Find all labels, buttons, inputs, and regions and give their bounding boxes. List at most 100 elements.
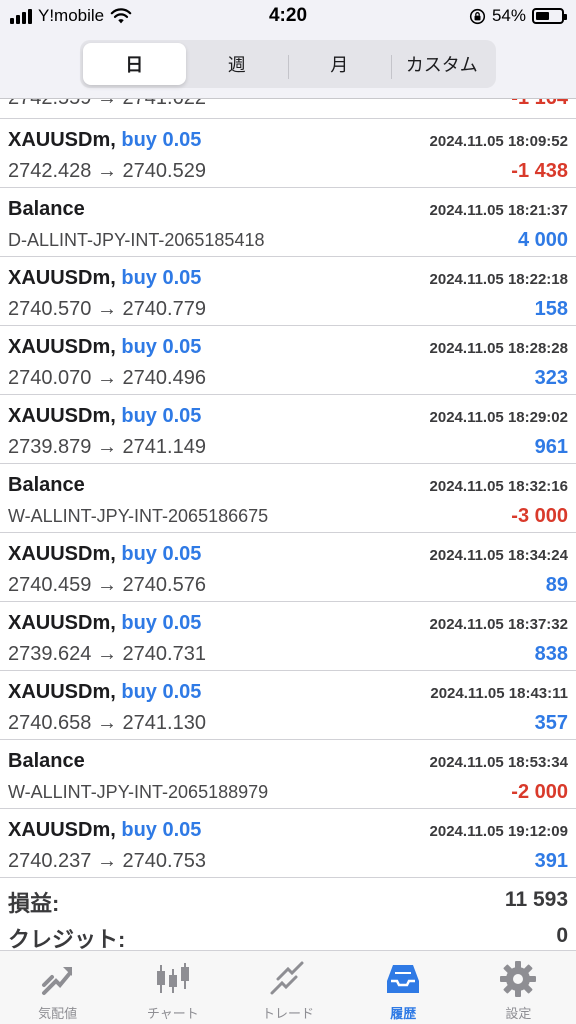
orientation-lock-icon xyxy=(469,8,486,24)
row-title: XAUUSDm, buy 0.05 xyxy=(8,543,201,566)
profit-amount: 158 xyxy=(534,298,568,320)
battery-level xyxy=(536,12,549,20)
trade-side: buy 0.05 xyxy=(121,819,202,841)
profit-amount: 357 xyxy=(534,712,568,734)
symbol-name: XAUUSDm, xyxy=(8,681,116,703)
status-right: 54% xyxy=(469,6,567,26)
credit-value: 0 xyxy=(556,924,568,947)
price-change: 2742.559 → 2741.622 xyxy=(8,98,206,109)
row-timestamp: 2024.11.05 18:32:16 xyxy=(429,478,568,495)
profit-amount: -2 000 xyxy=(511,781,568,803)
price-change: 2740.570 → 2740.779 xyxy=(8,298,206,320)
summary-panel: 損益: 11 593 クレジット: 0 xyxy=(0,880,576,952)
list-item-partial[interactable]: 2742.559 → 2741.622 -1 164 xyxy=(0,99,576,119)
row-timestamp: 2024.11.05 18:29:02 xyxy=(429,409,568,426)
profit-amount: 4 000 xyxy=(517,229,568,251)
candlestick-chart-icon xyxy=(156,963,189,993)
row-timestamp: 2024.11.05 18:43:11 xyxy=(430,685,568,702)
symbol-name: XAUUSDm, xyxy=(8,405,116,427)
period-selector-bar: 日 週 月 カスタム xyxy=(0,34,576,98)
history-rows: XAUUSDm, buy 0.05 2024.11.05 18:09:52 2742… xyxy=(0,119,576,878)
profit-summary-row: 損益: 11 593 xyxy=(8,880,568,916)
price-change: 2739.879 → 2741.149 xyxy=(8,436,206,458)
row-timestamp: 2024.11.05 19:12:09 xyxy=(429,823,568,840)
credit-summary-row: クレジット: 0 xyxy=(8,916,568,952)
row-title: XAUUSDm, buy 0.05 xyxy=(8,336,201,359)
list-item[interactable]: Balance 2024.11.05 18:32:16 W-ALLINT-JPY-I… xyxy=(0,464,576,533)
symbol-name: XAUUSDm, xyxy=(8,129,116,151)
symbol-name: XAUUSDm, xyxy=(8,612,116,634)
tab-week[interactable]: 週 xyxy=(186,43,289,85)
row-title: XAUUSDm, buy 0.05 xyxy=(8,819,201,842)
tab-settings[interactable]: 設定 xyxy=(461,951,576,1024)
balance-comment: W-ALLINT-JPY-INT-2065186675 xyxy=(8,506,269,526)
row-title: XAUUSDm, buy 0.05 xyxy=(8,129,201,152)
tab-day[interactable]: 日 xyxy=(83,43,186,85)
tab-settings-label: 設定 xyxy=(505,1006,532,1021)
price-change: 2740.658 → 2741.130 xyxy=(8,712,206,734)
list-item[interactable]: XAUUSDm, buy 0.05 2024.11.05 18:43:11 2740… xyxy=(0,671,576,740)
tab-custom[interactable]: カスタム xyxy=(390,43,494,85)
row-timestamp: 2024.11.05 18:34:24 xyxy=(429,547,568,564)
quotes-arrows-icon xyxy=(41,967,72,995)
trade-side: buy 0.05 xyxy=(121,336,202,358)
tab-trade-label: トレード xyxy=(262,1006,315,1021)
list-item[interactable]: XAUUSDm, buy 0.05 2024.11.05 18:34:24 2740… xyxy=(0,533,576,602)
row-title: XAUUSDm, buy 0.05 xyxy=(8,267,201,290)
tab-history[interactable]: 履歴 xyxy=(346,951,461,1024)
list-item[interactable]: Balance 2024.11.05 18:53:34 W-ALLINT-JPY-I… xyxy=(0,740,576,809)
profit-value: 11 593 xyxy=(504,888,568,911)
price-change: 2740.459 → 2740.576 xyxy=(8,574,206,596)
row-title: XAUUSDm, buy 0.05 xyxy=(8,612,201,635)
profit-amount: 391 xyxy=(534,850,568,872)
profit-amount: -3 000 xyxy=(511,505,568,527)
trade-side: buy 0.05 xyxy=(121,681,202,703)
row-timestamp: 2024.11.05 18:37:32 xyxy=(429,616,568,633)
tab-month[interactable]: 月 xyxy=(288,43,391,85)
trade-side: buy 0.05 xyxy=(121,612,202,634)
row-timestamp: 2024.11.05 18:09:52 xyxy=(429,133,568,150)
trade-side: buy 0.05 xyxy=(121,129,202,151)
row-timestamp: 2024.11.05 18:21:37 xyxy=(429,202,568,219)
status-bar: Y!mobile 4:20 54% xyxy=(0,0,576,34)
trade-side: buy 0.05 xyxy=(121,543,202,565)
list-item[interactable]: XAUUSDm, buy 0.05 2024.11.05 18:09:52 2742… xyxy=(0,119,576,188)
trade-side: buy 0.05 xyxy=(121,405,202,427)
trade-side: buy 0.05 xyxy=(121,267,202,289)
symbol-name: Balance xyxy=(8,750,85,772)
balance-comment: D-ALLINT-JPY-INT-2065185418 xyxy=(8,230,265,250)
row-title: XAUUSDm, buy 0.05 xyxy=(8,405,201,428)
gear-icon xyxy=(500,961,537,997)
battery-icon xyxy=(532,8,567,24)
history-list[interactable]: 2742.559 → 2741.622 -1 164 XAUUSDm, buy … xyxy=(0,98,576,880)
list-item[interactable]: Balance 2024.11.05 18:21:37 D-ALLINT-JPY-I… xyxy=(0,188,576,257)
profit-amount: -1 164 xyxy=(511,98,568,109)
list-item[interactable]: XAUUSDm, buy 0.05 2024.11.05 18:28:28 2740… xyxy=(0,326,576,395)
symbol-name: XAUUSDm, xyxy=(8,267,116,289)
tab-trade[interactable]: トレード xyxy=(230,951,345,1024)
row-title: Balance xyxy=(8,474,85,497)
symbol-name: XAUUSDm, xyxy=(8,336,116,358)
price-change: 2742.428 → 2740.529 xyxy=(8,160,206,182)
tab-quotes[interactable]: 気配値 xyxy=(0,951,115,1024)
list-item[interactable]: XAUUSDm, buy 0.05 2024.11.05 18:29:02 2739… xyxy=(0,395,576,464)
symbol-name: Balance xyxy=(8,474,85,496)
price-change: 2740.237 → 2740.753 xyxy=(8,850,206,872)
row-title: Balance xyxy=(8,750,85,773)
profit-label: 損益: xyxy=(8,891,60,916)
row-timestamp: 2024.11.05 18:53:34 xyxy=(429,754,568,771)
tab-history-label: 履歴 xyxy=(390,1006,417,1021)
list-item[interactable]: XAUUSDm, buy 0.05 2024.11.05 18:22:18 2740… xyxy=(0,257,576,326)
bottom-tab-bar: 気配値 チャート トレード 履歴 設定 xyxy=(0,950,576,1024)
row-timestamp: 2024.11.05 18:28:28 xyxy=(429,340,568,357)
tab-quotes-label: 気配値 xyxy=(38,1006,78,1021)
profit-amount: -1 438 xyxy=(511,160,568,182)
list-item[interactable]: XAUUSDm, buy 0.05 2024.11.05 19:12:09 2740… xyxy=(0,809,576,878)
symbol-name: Balance xyxy=(8,198,85,220)
tab-chart[interactable]: チャート xyxy=(115,951,230,1024)
balance-comment: W-ALLINT-JPY-INT-2065188979 xyxy=(8,782,269,802)
list-item[interactable]: XAUUSDm, buy 0.05 2024.11.05 18:37:32 2739… xyxy=(0,602,576,671)
price-change: 2740.070 → 2740.496 xyxy=(8,367,206,389)
row-timestamp: 2024.11.05 18:22:18 xyxy=(429,271,568,288)
battery-percent: 54% xyxy=(491,6,526,25)
